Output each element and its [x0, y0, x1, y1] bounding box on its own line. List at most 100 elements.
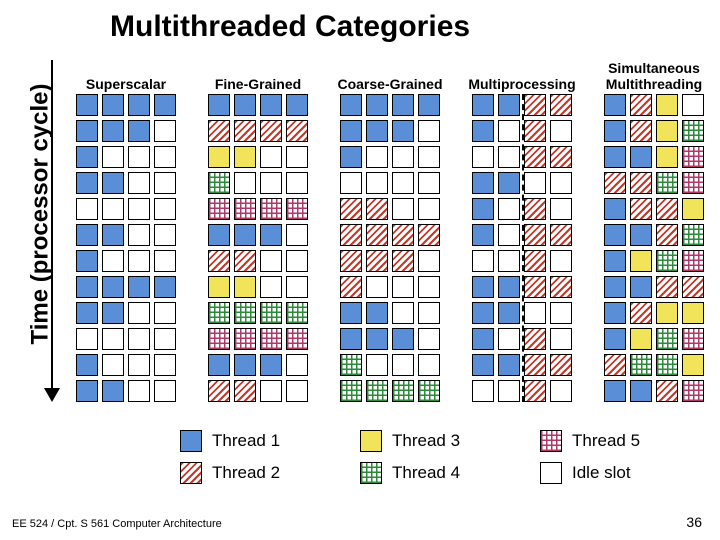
issue-slot	[208, 380, 230, 402]
issue-slot	[392, 172, 414, 194]
issue-slot	[550, 250, 572, 272]
issue-slot	[102, 172, 124, 194]
issue-slot	[76, 172, 98, 194]
issue-slot	[76, 250, 98, 272]
issue-slot	[76, 94, 98, 116]
column-label: Simultaneous Multithreading	[606, 58, 702, 92]
issue-slot	[498, 380, 520, 402]
issue-slot	[656, 224, 678, 246]
issue-slot	[418, 198, 440, 220]
issue-slot	[682, 354, 704, 376]
issue-slot	[472, 94, 494, 116]
issue-slot	[128, 250, 150, 272]
issue-slot	[340, 94, 362, 116]
issue-slot	[604, 120, 626, 142]
category-column: Coarse-Grained	[334, 58, 446, 402]
issue-slot	[472, 354, 494, 376]
issue-slot-grid	[76, 94, 176, 402]
issue-slot	[604, 302, 626, 324]
issue-slot	[630, 328, 652, 350]
issue-slot	[260, 302, 282, 324]
issue-slot	[392, 276, 414, 298]
issue-slot	[286, 94, 308, 116]
issue-slot	[550, 302, 572, 324]
issue-slot	[366, 302, 388, 324]
issue-slot	[604, 354, 626, 376]
issue-slot	[604, 328, 626, 350]
issue-slot	[340, 146, 362, 168]
issue-slot	[498, 328, 520, 350]
issue-slot	[656, 198, 678, 220]
category-column: Simultaneous Multithreading	[598, 58, 710, 402]
issue-slot	[154, 172, 176, 194]
issue-slot	[234, 120, 256, 142]
issue-slot	[154, 302, 176, 324]
issue-slot	[656, 276, 678, 298]
issue-slot	[286, 198, 308, 220]
column-container: SuperscalarFine-GrainedCoarse-GrainedMul…	[70, 58, 710, 402]
issue-slot	[128, 172, 150, 194]
issue-slot	[234, 380, 256, 402]
issue-slot	[682, 328, 704, 350]
issue-slot	[682, 250, 704, 272]
issue-slot	[234, 94, 256, 116]
issue-slot	[260, 172, 282, 194]
issue-slot	[366, 250, 388, 272]
issue-slot	[524, 172, 546, 194]
issue-slot	[366, 328, 388, 350]
issue-slot	[286, 250, 308, 272]
issue-slot	[656, 250, 678, 272]
issue-slot	[604, 146, 626, 168]
issue-slot	[102, 250, 124, 272]
issue-slot	[682, 380, 704, 402]
issue-slot	[366, 380, 388, 402]
issue-slot	[550, 94, 572, 116]
legend-item: Thread 4	[360, 462, 530, 484]
footer-course: EE 524 / Cpt. S 561 Computer Architectur…	[12, 518, 222, 530]
issue-slot	[154, 198, 176, 220]
issue-slot	[340, 302, 362, 324]
issue-slot	[208, 354, 230, 376]
issue-slot	[656, 94, 678, 116]
issue-slot	[498, 120, 520, 142]
issue-slot	[656, 328, 678, 350]
issue-slot	[154, 120, 176, 142]
column-label: Superscalar	[86, 58, 166, 92]
issue-slot	[76, 354, 98, 376]
issue-slot	[286, 172, 308, 194]
issue-slot	[234, 198, 256, 220]
issue-slot	[234, 276, 256, 298]
column-label: Multiprocessing	[468, 58, 575, 92]
issue-slot	[550, 354, 572, 376]
issue-slot	[392, 94, 414, 116]
issue-slot	[340, 120, 362, 142]
issue-slot	[154, 276, 176, 298]
issue-slot	[418, 276, 440, 298]
issue-slot	[630, 172, 652, 194]
issue-slot	[550, 328, 572, 350]
issue-slot	[366, 120, 388, 142]
issue-slot	[418, 328, 440, 350]
issue-slot	[418, 354, 440, 376]
issue-slot	[392, 354, 414, 376]
issue-slot	[498, 250, 520, 272]
legend-swatch	[180, 430, 202, 452]
issue-slot	[128, 94, 150, 116]
issue-slot	[234, 172, 256, 194]
issue-slot	[550, 198, 572, 220]
issue-slot	[128, 120, 150, 142]
issue-slot	[604, 250, 626, 272]
issue-slot	[260, 250, 282, 272]
issue-slot	[682, 302, 704, 324]
issue-slot	[656, 354, 678, 376]
issue-slot	[366, 224, 388, 246]
legend-swatch	[360, 462, 382, 484]
issue-slot	[630, 198, 652, 220]
issue-slot	[472, 146, 494, 168]
issue-slot	[234, 354, 256, 376]
issue-slot	[128, 354, 150, 376]
issue-slot	[392, 302, 414, 324]
issue-slot	[208, 328, 230, 350]
issue-slot	[418, 94, 440, 116]
issue-slot	[366, 276, 388, 298]
